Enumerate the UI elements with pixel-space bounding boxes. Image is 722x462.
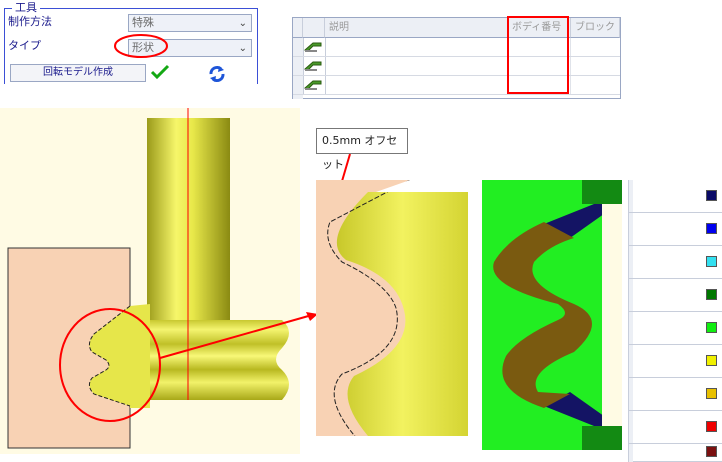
color-swatch[interactable]	[706, 446, 717, 457]
palette-row-header	[629, 444, 633, 462]
palette-row-header	[629, 279, 633, 311]
palette-row[interactable]	[629, 180, 722, 213]
palette-row[interactable]	[629, 279, 722, 312]
palette-row[interactable]	[629, 411, 722, 444]
palette-row-header	[629, 378, 633, 410]
color-swatch[interactable]	[706, 322, 717, 333]
color-swatch[interactable]	[706, 355, 717, 366]
section-corner-bottom	[582, 426, 622, 450]
palette-row[interactable]	[629, 444, 722, 462]
palette-row-header	[629, 213, 633, 245]
section-corner-top	[582, 180, 622, 204]
color-swatch[interactable]	[706, 256, 717, 267]
color-swatch[interactable]	[706, 421, 717, 432]
palette-row-header	[629, 411, 633, 443]
section-view	[482, 180, 622, 450]
palette-row-header	[629, 345, 633, 377]
palette-row-header	[629, 246, 633, 278]
palette-row[interactable]	[629, 213, 722, 246]
color-palette	[628, 180, 722, 462]
zoom-view	[316, 180, 468, 450]
section-right-edge	[602, 204, 622, 426]
color-swatch[interactable]	[706, 190, 717, 201]
palette-row[interactable]	[629, 246, 722, 279]
palette-row-header	[629, 312, 633, 344]
palette-row[interactable]	[629, 378, 722, 411]
palette-row[interactable]	[629, 345, 722, 378]
offset-callout-label: 0.5mm オフセット	[316, 128, 408, 171]
palette-row[interactable]	[629, 312, 722, 345]
zoom-bottom-strip	[316, 436, 468, 450]
section-background	[482, 180, 622, 450]
color-swatch[interactable]	[706, 223, 717, 234]
color-swatch[interactable]	[706, 289, 717, 300]
color-swatch[interactable]	[706, 388, 717, 399]
palette-row-header	[629, 180, 633, 212]
zoom-arrow	[159, 314, 313, 359]
